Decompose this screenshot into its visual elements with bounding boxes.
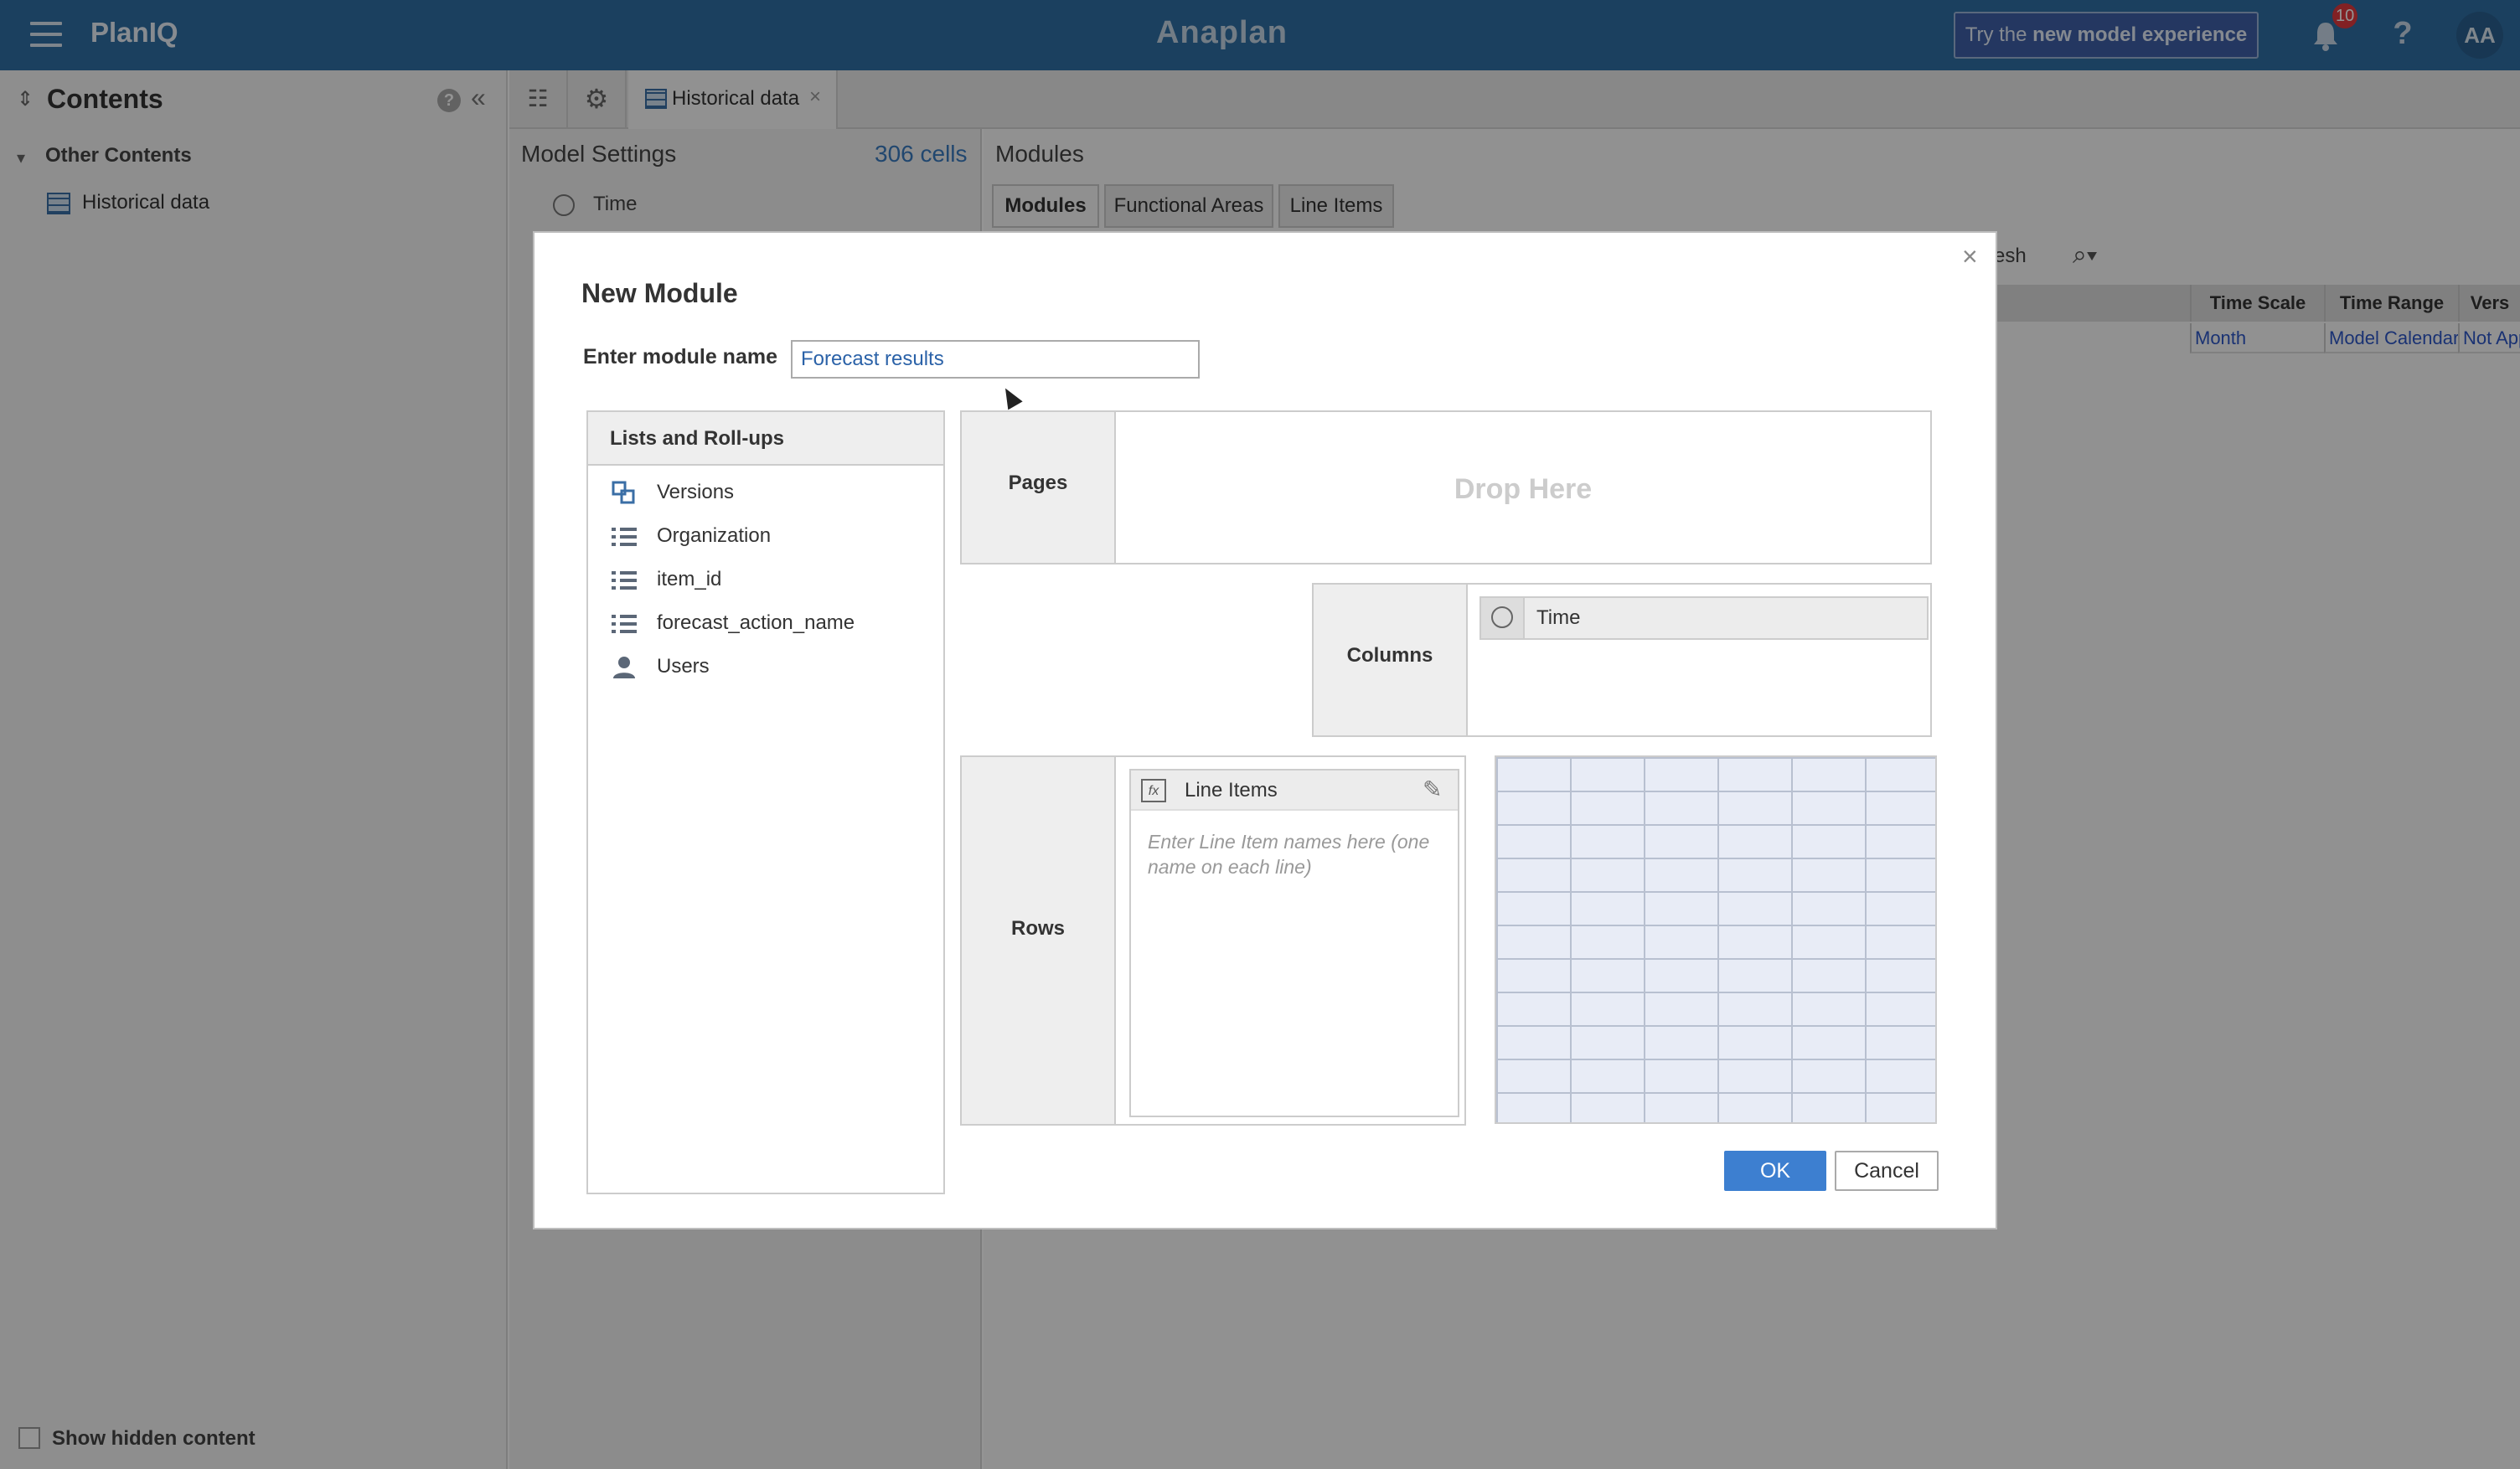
line-items-label: Line Items	[1185, 779, 1278, 802]
list-item-label: Organization	[657, 524, 772, 547]
list-item-label: item_id	[657, 568, 722, 590]
list-item-label: forecast_action_name	[657, 611, 855, 634]
list-item-forecast-action-name[interactable]: forecast_action_name	[588, 601, 943, 645]
user-icon	[612, 655, 637, 680]
time-dimension-chip[interactable]: Time	[1479, 596, 1929, 640]
pages-label: Pages	[962, 412, 1116, 563]
line-items-header: fx Line Items ✎	[1131, 771, 1458, 811]
list-icon	[612, 571, 637, 590]
cancel-button[interactable]: Cancel	[1835, 1151, 1939, 1191]
list-item-label: Users	[657, 655, 710, 678]
lists-header: Lists and Roll-ups	[588, 412, 943, 466]
new-module-dialog: × New Module Enter module name Lists and…	[533, 231, 1997, 1229]
formula-icon: fx	[1141, 779, 1166, 802]
list-item-label: Versions	[657, 481, 735, 503]
list-icon	[612, 615, 637, 633]
time-chip-label: Time	[1536, 606, 1581, 629]
dialog-title: New Module	[581, 278, 738, 308]
drop-here-text: Drop Here	[1454, 473, 1593, 505]
columns-label: Columns	[1314, 585, 1468, 735]
list-item-item-id[interactable]: item_id	[588, 558, 943, 601]
module-name-label: Enter module name	[583, 345, 777, 369]
rows-dropzone[interactable]: Rows fx Line Items ✎ Enter Line Item nam…	[960, 755, 1466, 1126]
close-dialog-icon[interactable]: ×	[1962, 241, 1978, 272]
module-name-input[interactable]	[791, 340, 1200, 379]
module-preview-grid	[1495, 755, 1937, 1124]
line-items-editor[interactable]: fx Line Items ✎ Enter Line Item names he…	[1129, 769, 1459, 1117]
pencil-icon[interactable]: ✎	[1423, 776, 1442, 803]
list-item-organization[interactable]: Organization	[588, 514, 943, 558]
columns-dropzone[interactable]: Columns Time	[1312, 583, 1932, 737]
pages-dropzone[interactable]: Pages Drop Here	[960, 410, 1932, 564]
time-chip-icon-box	[1481, 598, 1525, 638]
ok-button[interactable]: OK	[1724, 1151, 1826, 1191]
rows-label: Rows	[962, 757, 1116, 1124]
list-item-users[interactable]: Users	[588, 645, 943, 688]
list-icon	[612, 528, 637, 546]
line-items-placeholder[interactable]: Enter Line Item names here (one name on …	[1148, 829, 1433, 879]
list-item-versions[interactable]: Versions	[588, 471, 943, 514]
lists-panel: Lists and Roll-ups Versions Organization…	[586, 410, 945, 1194]
clock-icon	[1491, 606, 1513, 628]
versions-icon	[612, 481, 637, 506]
